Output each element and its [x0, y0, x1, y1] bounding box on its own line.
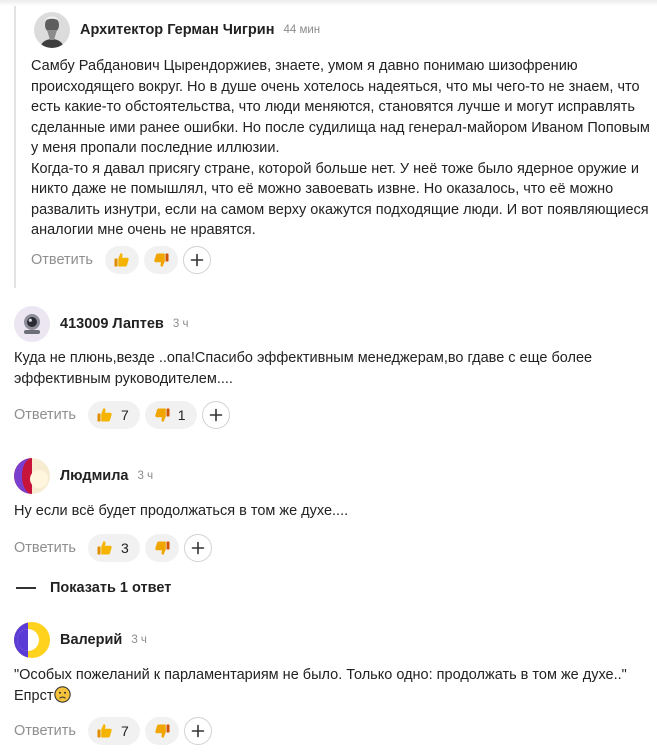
author-name[interactable]: 413009 Лаптев: [60, 316, 164, 332]
dislike-button[interactable]: [143, 246, 178, 274]
dislike-button[interactable]: [144, 534, 179, 562]
comment-time: 3 ч: [172, 318, 189, 330]
comment-paragraph: Когда-то я давал присягу стране, которой…: [31, 160, 649, 239]
like-button[interactable]: 7: [87, 401, 140, 429]
thread-line: [14, 6, 16, 288]
add-reaction-button[interactable]: [183, 534, 212, 562]
comment-header: Архитектор Герман Чигрин 44 мин: [34, 12, 320, 48]
author-name[interactable]: Валерий: [60, 632, 122, 648]
like-button[interactable]: [104, 246, 139, 274]
avatar[interactable]: [14, 306, 50, 342]
like-button[interactable]: 7: [87, 717, 140, 745]
comment-paragraph: Ну если всё будет продолжаться в том же …: [14, 503, 349, 519]
reply-button[interactable]: Ответить: [14, 723, 76, 739]
comment-time: 3 ч: [137, 470, 154, 482]
thumbs-up-icon: [114, 253, 129, 267]
comment-actions: Ответить 7: [14, 717, 212, 745]
like-button[interactable]: 3: [87, 534, 140, 562]
comment-paragraph: "Особых пожеланий к парламентариям не бы…: [14, 667, 627, 704]
abstract-avatar-icon: [14, 622, 50, 658]
comment-actions: Ответить: [31, 246, 211, 274]
comment-header: 413009 Лаптев 3 ч: [14, 306, 188, 342]
portrait-avatar-icon: [34, 12, 70, 48]
dislike-button[interactable]: 1: [144, 401, 197, 429]
thumbs-down-icon: [155, 724, 170, 738]
reply-button[interactable]: Ответить: [14, 540, 76, 556]
thumbs-up-icon: [97, 724, 112, 738]
show-replies-button[interactable]: Показать 1 ответ: [16, 580, 171, 596]
add-reaction-button[interactable]: [201, 401, 230, 429]
replies-dash: [16, 587, 36, 589]
plus-icon: [191, 724, 205, 738]
nested-reply-thread: Архитектор Герман Чигрин 44 мин Самбу Ра…: [14, 6, 654, 288]
comment-text: Ну если всё будет продолжаться в том же …: [14, 501, 654, 522]
thumbs-up-icon: [97, 541, 112, 555]
comment-time: 44 мин: [283, 24, 321, 36]
comment-actions: Ответить 3: [14, 534, 212, 562]
comment-time: 3 ч: [131, 634, 147, 646]
reply-button[interactable]: Ответить: [31, 252, 93, 268]
comment-text: Куда не плюнь,везде ..опа!Спасибо эффект…: [14, 348, 654, 389]
thumbs-down-icon: [155, 408, 170, 422]
abstract-avatar-icon: [14, 458, 50, 494]
author-name[interactable]: Архитектор Герман Чигрин: [80, 22, 274, 38]
avatar[interactable]: [34, 12, 70, 48]
plus-icon: [209, 408, 222, 422]
comment-header: Валерий 3 ч: [14, 622, 147, 658]
comment-actions: Ответить 7 1: [14, 401, 230, 429]
author-name[interactable]: Людмила: [60, 468, 129, 484]
thumbs-down-icon: [154, 253, 169, 267]
like-count: 7: [120, 407, 129, 423]
add-reaction-button[interactable]: [182, 246, 211, 274]
sad-face-emoji-icon: [54, 685, 72, 703]
avatar[interactable]: [14, 622, 50, 658]
reply-button[interactable]: Ответить: [14, 407, 76, 423]
like-count: 3: [120, 540, 129, 556]
comment-text: Самбу Рабданович Цырендоржиев, знаете, у…: [31, 56, 653, 241]
add-reaction-button[interactable]: [183, 717, 212, 745]
plus-icon: [191, 541, 205, 555]
comment-header: Людмила 3 ч: [14, 458, 153, 494]
dislike-count: 1: [177, 407, 186, 423]
dislike-button[interactable]: [144, 717, 179, 745]
avatar[interactable]: [14, 458, 50, 494]
comment-paragraph: Самбу Рабданович Цырендоржиев, знаете, у…: [31, 58, 650, 156]
show-replies-label: Показать 1 ответ: [50, 580, 172, 596]
plus-icon: [190, 253, 204, 267]
comment-text: "Особых пожеланий к парламентариям не бы…: [14, 665, 654, 706]
like-count: 7: [120, 723, 129, 739]
thumbs-up-icon: [97, 408, 112, 422]
comment-paragraph: Куда не плюнь,везде ..опа!Спасибо эффект…: [14, 350, 593, 387]
robot-avatar-icon: [14, 306, 50, 342]
thumbs-down-icon: [155, 541, 170, 555]
